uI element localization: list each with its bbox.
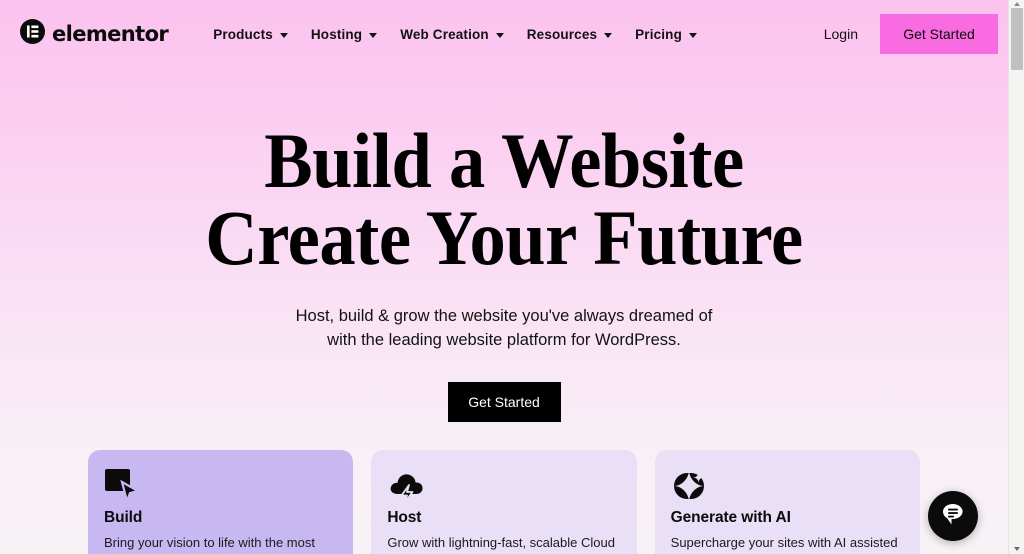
cloud-lightning-icon — [387, 468, 620, 504]
navbar-actions: Login Get Started — [824, 14, 1008, 54]
chevron-down-icon — [604, 32, 613, 38]
chevron-down-icon — [279, 32, 288, 38]
site-navbar: elementor Products Hosting Web Creation … — [0, 0, 1008, 68]
page-title: Build a Website Create Your Future — [35, 117, 972, 282]
card-description: Grow with lightning-fast, scalable Cloud — [387, 535, 615, 550]
nav-label: Hosting — [310, 26, 363, 42]
subtitle-line-1: Host, build & grow the website you've al… — [295, 307, 713, 326]
scrollbar-thumb[interactable] — [1011, 8, 1023, 70]
hero-get-started-button[interactable]: Get Started — [447, 382, 561, 423]
cursor-square-icon — [104, 468, 337, 505]
chevron-down-icon — [369, 32, 378, 38]
ai-sparkle-icon — [671, 468, 904, 504]
headline-line-2: Create Your Future — [205, 194, 803, 282]
card-title: Generate with AI — [670, 509, 791, 526]
card-title: Build — [104, 509, 143, 526]
chevron-down-icon — [688, 32, 697, 38]
brand-logo[interactable]: elementor — [20, 19, 169, 49]
card-title: Host — [387, 509, 422, 526]
chevron-down-icon — [495, 32, 504, 38]
nav-item-resources[interactable]: Resources — [526, 26, 613, 42]
login-link[interactable]: Login — [824, 26, 858, 42]
elementor-logo-icon — [20, 19, 45, 49]
chat-widget-button[interactable] — [928, 491, 978, 541]
card-description: Bring your vision to life with the most — [104, 535, 315, 550]
feature-card-generate-with-ai[interactable]: Generate with AI Supercharge your sites … — [654, 450, 920, 554]
headline-line-1: Build a Website — [264, 117, 744, 204]
hero-subtitle: Host, build & grow the website you've al… — [0, 305, 1008, 352]
nav-label: Resources — [526, 26, 598, 42]
nav-item-hosting[interactable]: Hosting — [310, 26, 378, 42]
chat-bubble-icon — [940, 501, 966, 532]
nav-label: Web Creation — [400, 26, 489, 42]
nav-item-pricing[interactable]: Pricing — [635, 27, 697, 42]
nav-item-web-creation[interactable]: Web Creation — [400, 27, 504, 42]
browser-viewport: elementor Products Hosting Web Creation … — [0, 0, 1024, 554]
card-description: Supercharge your sites with AI assisted — [670, 535, 898, 550]
scrollbar[interactable] — [1008, 0, 1024, 554]
brand-wordmark: elementor — [52, 22, 169, 46]
feature-cards: Build Bring your vision to life with the… — [88, 450, 920, 554]
hero-section: Build a Website Create Your Future Host,… — [0, 68, 1008, 423]
nav-label: Products — [213, 26, 273, 42]
nav-item-products[interactable]: Products — [213, 27, 288, 42]
nav-label: Pricing — [635, 26, 682, 42]
feature-card-host[interactable]: Host Grow with lightning-fast, scalable … — [371, 450, 637, 554]
page-content: elementor Products Hosting Web Creation … — [0, 0, 1008, 554]
primary-navigation: Products Hosting Web Creation Resources … — [213, 27, 697, 42]
scroll-down-arrow-icon[interactable] — [1014, 547, 1020, 551]
scroll-up-arrow-icon[interactable] — [1014, 2, 1020, 6]
navbar-get-started-button[interactable]: Get Started — [880, 14, 998, 54]
subtitle-line-2: with the leading website platform for Wo… — [327, 330, 681, 349]
feature-card-build[interactable]: Build Bring your vision to life with the… — [88, 450, 354, 554]
